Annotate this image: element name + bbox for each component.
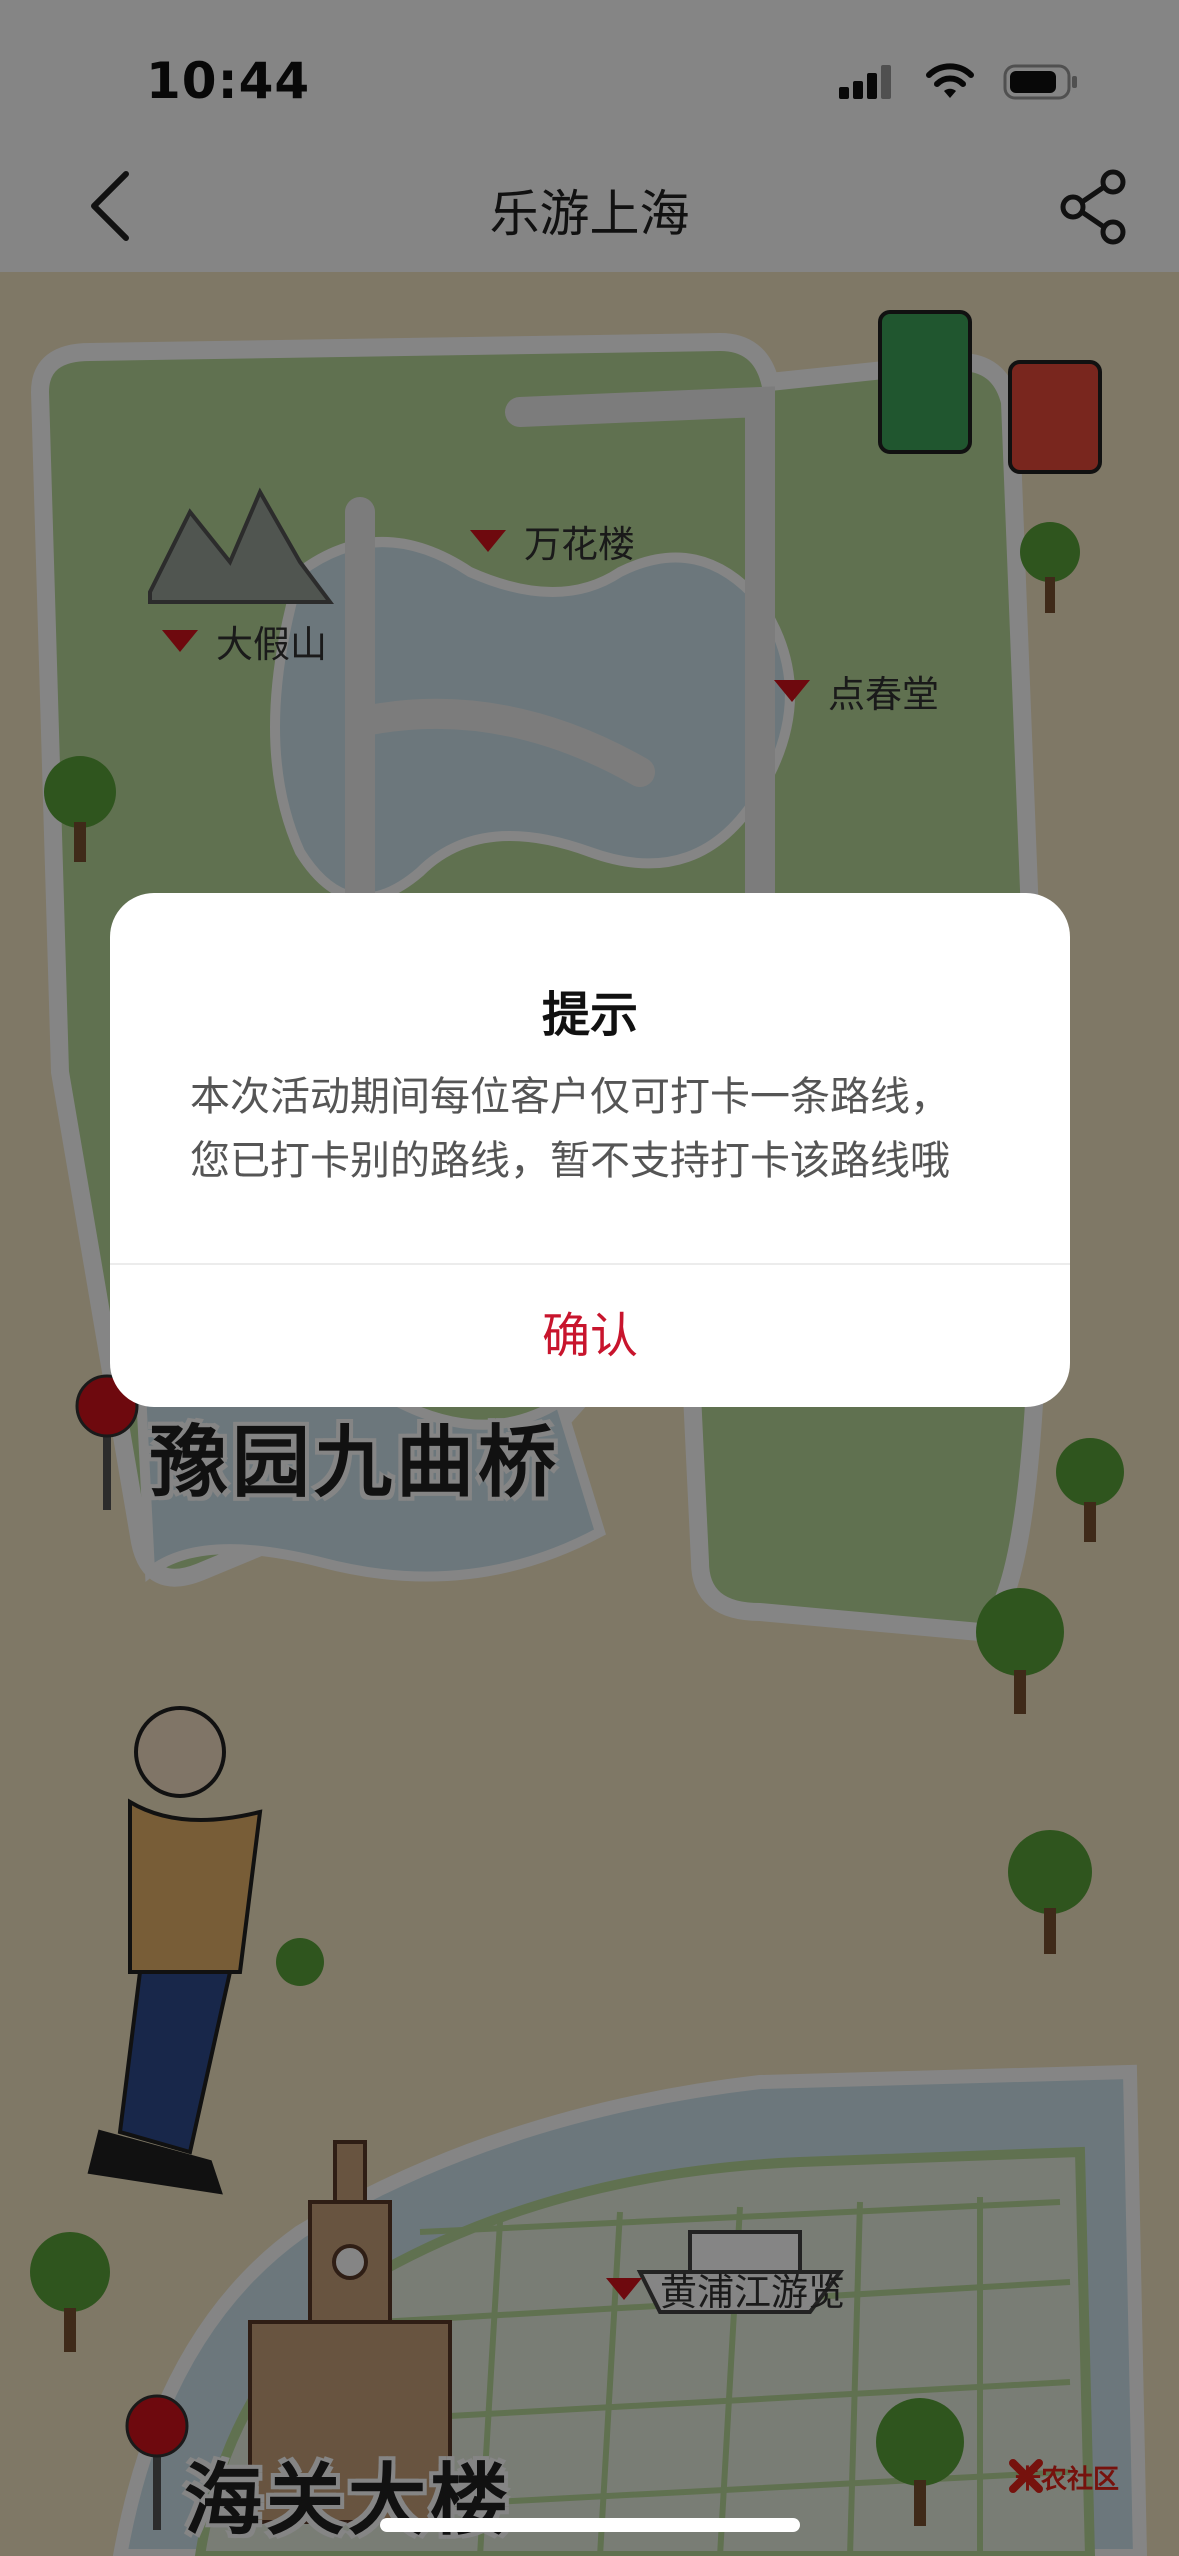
dialog-title: 提示 <box>541 987 638 1043</box>
app-screen: 10:44 乐游上海 万花楼 大假山 点春堂 黄浦江游览 豫园九曲桥 海关大楼 … <box>0 0 1179 2556</box>
dialog-message-line-2: 您已打卡别的路线，暂不支持打卡该路线哦 <box>190 1138 950 1184</box>
dialog-message: 本次活动期间每位客户仅可打卡一条路线， 您已打卡别的路线，暂不支持打卡该路线哦 <box>190 1065 1000 1193</box>
confirm-button[interactable]: 确认 <box>110 1265 1070 1407</box>
alert-dialog: 提示 本次活动期间每位客户仅可打卡一条路线， 您已打卡别的路线，暂不支持打卡该路… <box>110 893 1070 1407</box>
home-indicator[interactable] <box>380 2518 800 2532</box>
dialog-message-line-1: 本次活动期间每位客户仅可打卡一条路线， <box>190 1074 950 1120</box>
